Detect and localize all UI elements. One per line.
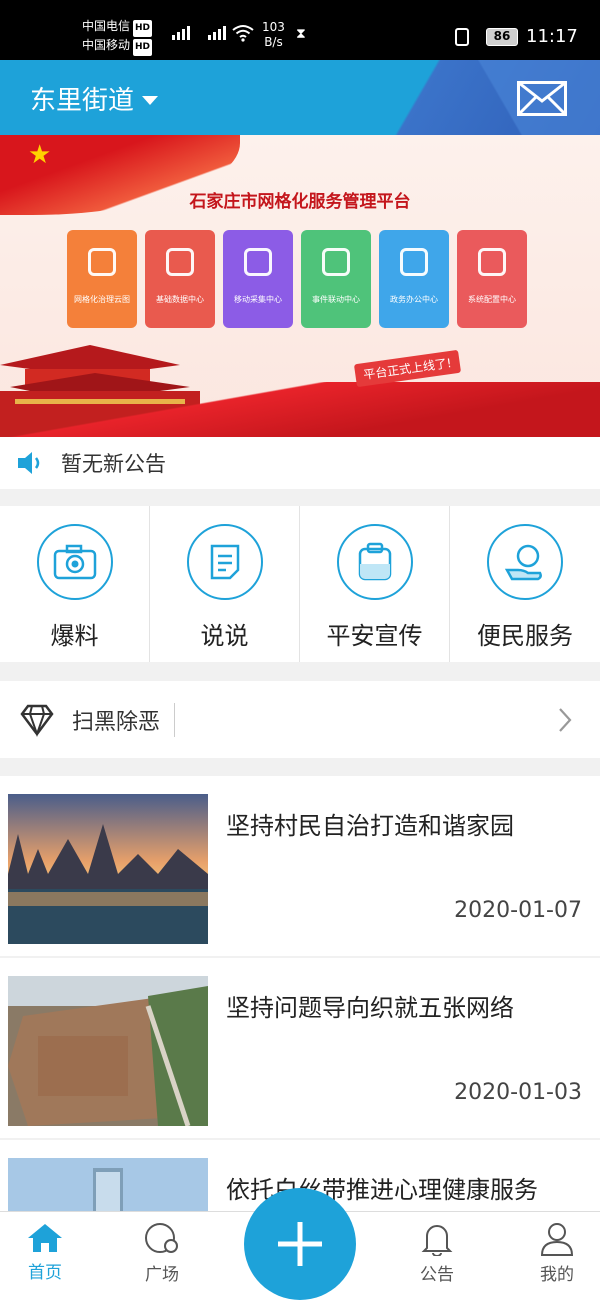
caret-down-icon <box>142 96 159 105</box>
news-title: 坚持村民自治打造和谐家园 <box>226 812 514 840</box>
quick-action-label: 便民服务 <box>477 622 573 650</box>
news-date: 2020-01-03 <box>454 1080 582 1105</box>
module-label: 系统配置中心 <box>468 295 516 304</box>
hand-heart-icon <box>504 544 542 581</box>
quick-action-safety[interactable]: 平安宣传 <box>300 506 450 662</box>
carrier-1: 中国电信 <box>82 19 131 33</box>
tab-notice[interactable]: 公告 <box>392 1212 482 1301</box>
quick-action-label: 爆料 <box>50 622 99 650</box>
app-header: 东里街道 <box>0 60 600 135</box>
carrier-2: 中国移动 <box>82 38 131 52</box>
note-icon <box>210 544 239 580</box>
news-thumbnail <box>8 976 208 1126</box>
quick-action-report[interactable]: 爆料 <box>0 506 150 662</box>
carrier-info: 中国电信 HD 中国移动 HD <box>82 18 153 56</box>
signal-icon <box>172 26 190 40</box>
wifi-icon <box>232 25 254 42</box>
chevron-right-icon[interactable] <box>558 707 572 733</box>
banner-title: 石家庄市网格化服务管理平台 <box>189 192 411 212</box>
divider <box>174 702 176 737</box>
net-speed-value: 103 <box>262 20 285 34</box>
module-label: 移动采集中心 <box>234 295 282 304</box>
quick-action-label: 说说 <box>200 622 249 650</box>
ribbon-decoration <box>0 382 600 437</box>
signal-icon <box>208 26 226 40</box>
tab-label: 公告 <box>420 1265 454 1285</box>
monitor-icon <box>166 248 194 276</box>
battery-icon: 86 <box>486 28 518 46</box>
crime-section[interactable]: 扫黑除恶 <box>0 681 600 758</box>
banner[interactable]: ★ 石家庄市网格化服务管理平台 网格化治理云图 基础数据中心 移动采集中心 事件… <box>0 135 600 437</box>
quick-action-ring <box>336 524 413 600</box>
plus-icon <box>278 1222 322 1266</box>
tab-label: 我的 <box>540 1265 574 1285</box>
clipboard-icon <box>358 542 391 581</box>
chat-bubble-icon <box>145 1223 178 1253</box>
quick-action-service[interactable]: 便民服务 <box>450 506 600 662</box>
module-tile: 事件联动中心 <box>301 230 371 328</box>
clock: 11:17 <box>526 26 578 47</box>
add-button[interactable] <box>244 1188 356 1300</box>
location-label: 东里街道 <box>30 86 135 116</box>
nodes-icon <box>244 248 272 276</box>
speaker-icon <box>18 452 40 474</box>
banner-modules: 网格化治理云图 基础数据中心 移动采集中心 事件联动中心 政务办公中心 系统配置… <box>67 230 527 328</box>
news-title: 坚持问题导向织就五张网络 <box>226 994 514 1022</box>
module-tile: 系统配置中心 <box>457 230 527 328</box>
crime-section-title: 扫黑除恶 <box>72 709 161 735</box>
quick-action-ring <box>36 524 113 600</box>
vibrate-icon <box>455 28 469 46</box>
news-date: 2020-01-07 <box>454 898 582 923</box>
hourglass-icon: ⧗ <box>296 26 306 42</box>
quick-action-ring <box>186 524 263 600</box>
module-tile: 移动采集中心 <box>223 230 293 328</box>
status-bar: 中国电信 HD 中国移动 HD 103 B/s ⧗ 86 11:17 <box>0 0 600 60</box>
module-label: 基础数据中心 <box>156 295 204 304</box>
quick-action-talk[interactable]: 说说 <box>150 506 300 662</box>
mail-icon[interactable] <box>517 81 567 116</box>
module-tile: 基础数据中心 <box>145 230 215 328</box>
module-label: 事件联动中心 <box>312 295 360 304</box>
hd-badge: HD <box>133 20 153 37</box>
module-tile: 政务办公中心 <box>379 230 449 328</box>
quick-action-label: 平安宣传 <box>326 622 423 650</box>
tab-mine[interactable]: 我的 <box>512 1212 600 1301</box>
hd-badge: HD <box>133 39 153 56</box>
header-decoration <box>420 60 600 135</box>
news-item[interactable]: 坚持问题导向织就五张网络 2020-01-03 <box>0 958 600 1138</box>
tab-label: 首页 <box>28 1263 62 1283</box>
quick-actions: 爆料 说说 平安宣传 便民服务 <box>0 506 600 662</box>
notice-text: 暂无新公告 <box>61 452 166 476</box>
shield-icon <box>400 248 428 276</box>
location-selector[interactable]: 东里街道 <box>30 80 159 117</box>
net-speed-unit: B/s <box>264 35 283 49</box>
tab-label: 广场 <box>145 1265 179 1285</box>
net-speed: 103 B/s <box>262 20 285 50</box>
grid-icon <box>322 248 350 276</box>
camera-icon <box>53 544 96 580</box>
star-icon: ★ <box>28 140 52 170</box>
bell-icon <box>421 1225 453 1256</box>
user-icon <box>540 1223 574 1256</box>
module-label: 政务办公中心 <box>390 295 438 304</box>
module-label: 网格化治理云图 <box>74 295 130 304</box>
news-thumbnail <box>8 794 208 944</box>
module-tile: 网格化治理云图 <box>67 230 137 328</box>
diamond-icon <box>20 704 54 737</box>
news-item[interactable]: 坚持村民自治打造和谐家园 2020-01-07 <box>0 776 600 956</box>
cloud-chart-icon <box>88 248 116 276</box>
home-icon <box>28 1224 62 1252</box>
tab-square[interactable]: 广场 <box>117 1212 207 1301</box>
notice-bar[interactable]: 暂无新公告 <box>0 437 600 489</box>
tab-home[interactable]: 首页 <box>0 1212 90 1301</box>
gear-icon <box>478 248 506 276</box>
quick-action-ring <box>487 524 563 600</box>
